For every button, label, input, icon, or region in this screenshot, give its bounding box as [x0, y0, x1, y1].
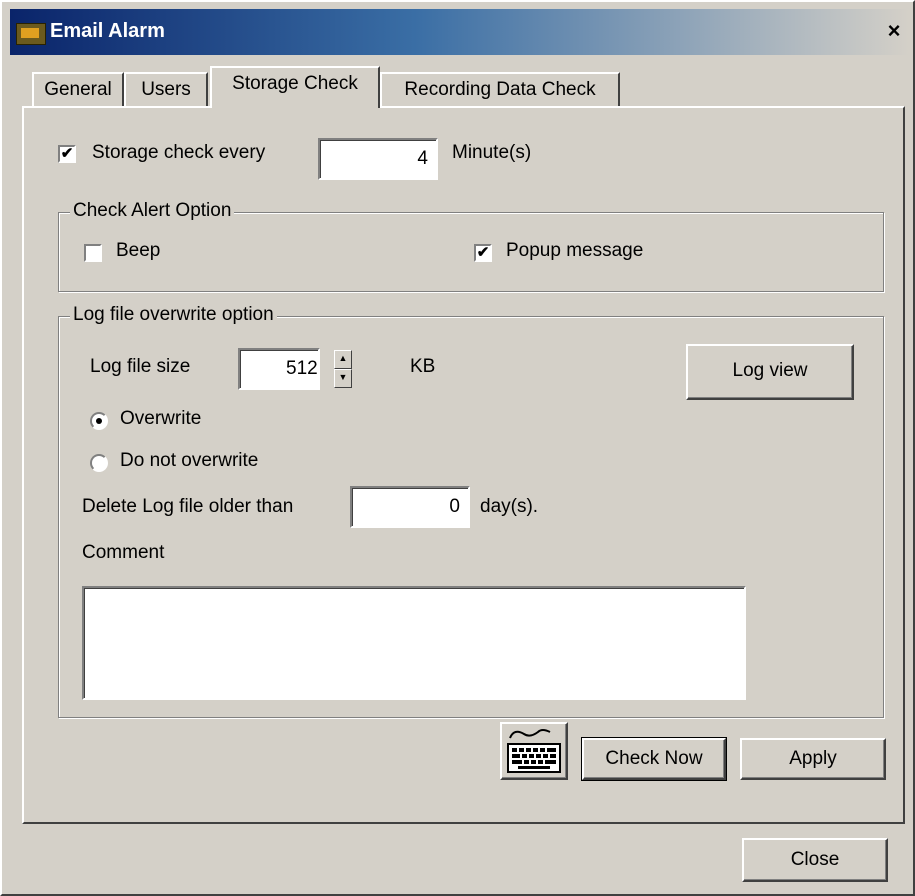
title-bar: Email Alarm: [10, 9, 909, 55]
delete-log-days-input[interactable]: 0: [350, 486, 470, 528]
log-file-overwrite-title: Log file overwrite option: [70, 304, 277, 326]
close-button[interactable]: Close: [742, 838, 888, 882]
window-title: Email Alarm: [50, 20, 165, 42]
do-not-overwrite-radio[interactable]: [90, 454, 108, 472]
log-file-size-label: Log file size: [90, 356, 191, 377]
beep-checkbox[interactable]: [84, 244, 102, 262]
email-alarm-icon: [16, 23, 46, 45]
delete-log-unit: day(s).: [480, 496, 539, 517]
close-icon[interactable]: ×: [881, 20, 907, 44]
storage-check-label: Storage check every: [92, 142, 266, 163]
apply-button[interactable]: Apply: [740, 738, 886, 780]
log-file-size-unit: KB: [410, 356, 436, 377]
keyboard-button[interactable]: [500, 722, 568, 780]
tab-storage-check[interactable]: Storage Check: [210, 66, 380, 108]
log-file-size-input[interactable]: 512: [238, 348, 320, 390]
popup-message-label: Popup message: [506, 240, 644, 261]
overwrite-radio[interactable]: [90, 412, 108, 430]
tab-general[interactable]: General: [32, 72, 124, 108]
overwrite-label: Overwrite: [120, 408, 202, 429]
tab-recording-data-check[interactable]: Recording Data Check: [380, 72, 620, 108]
tab-users[interactable]: Users: [124, 72, 208, 108]
do-not-overwrite-label: Do not overwrite: [120, 450, 259, 471]
storage-check-checkbox[interactable]: ✔: [58, 145, 76, 163]
storage-check-unit: Minute(s): [452, 142, 532, 163]
check-alert-option-title: Check Alert Option: [70, 200, 235, 222]
spin-up-button[interactable]: ▲: [334, 350, 352, 369]
check-now-button[interactable]: Check Now: [581, 737, 727, 781]
comment-label: Comment: [82, 542, 165, 563]
spin-down-button[interactable]: ▼: [334, 369, 352, 388]
keyboard-icon: [507, 729, 561, 773]
tab-panel-storage-check: ✔ Storage check every 4 Minute(s) Check …: [22, 106, 905, 824]
storage-check-interval-input[interactable]: 4: [318, 138, 438, 180]
log-view-button[interactable]: Log view: [686, 344, 854, 400]
comment-textarea[interactable]: [82, 586, 746, 700]
check-alert-option-group: [58, 212, 884, 292]
delete-log-label: Delete Log file older than: [82, 496, 294, 517]
dialog-window: Email Alarm × General Users Storage Chec…: [0, 0, 915, 896]
beep-label: Beep: [116, 240, 161, 261]
popup-message-checkbox[interactable]: ✔: [474, 244, 492, 262]
